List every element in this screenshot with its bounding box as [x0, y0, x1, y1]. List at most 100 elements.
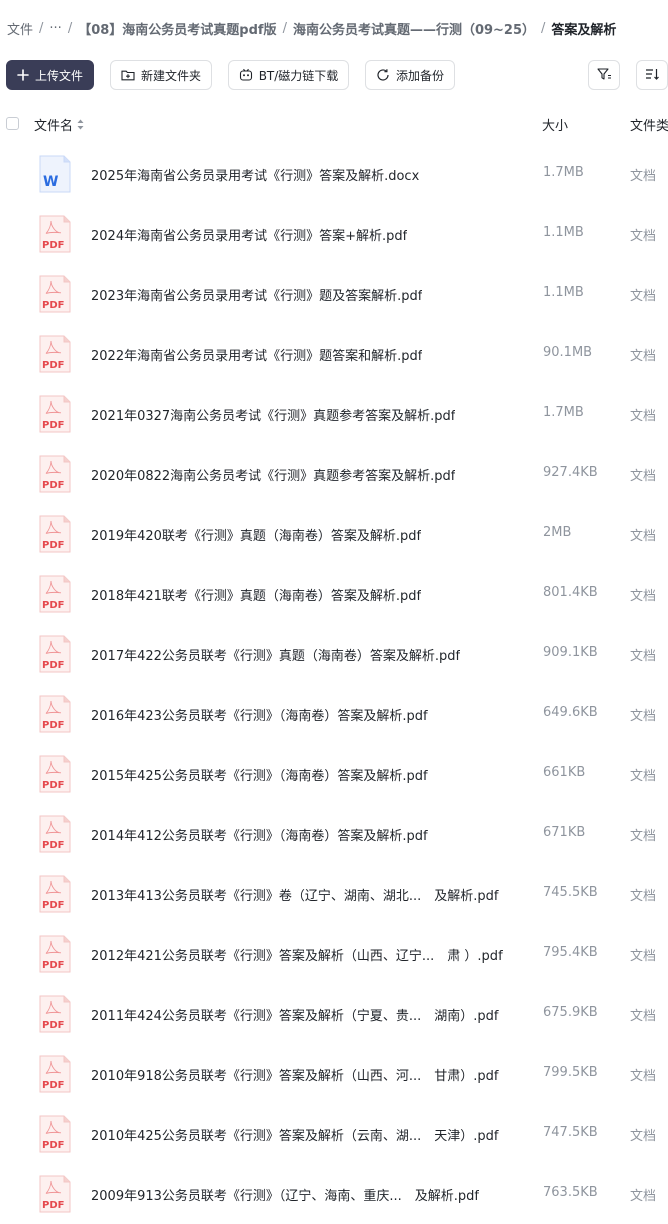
file-size: 1.7MB [543, 165, 584, 180]
toolbar: 上传文件 新建文件夹 BT/磁力链下载 添加备份 [0, 60, 668, 92]
file-row[interactable]: PDF 2023年海南省公务员录用考试《行测》题及答案解析.pdf 1.1MB 文档 [0, 264, 668, 324]
file-name[interactable]: 2020年0822海南公务员考试《行测》真题参考答案及解析.pdf [91, 465, 455, 484]
file-size: 1.1MB [543, 285, 584, 300]
breadcrumb: 文件 / ··· / 【08】海南公务员考试真题pdf版 / 海南公务员考试真题… [7, 17, 668, 39]
file-name[interactable]: 2021年0327海南公务员考试《行测》真题参考答案及解析.pdf [91, 405, 455, 424]
file-name[interactable]: 2012年421公务员联考《行测》答案及解析（山西、辽宁... 肃 ）.pdf [91, 945, 503, 964]
file-size: 1.7MB [543, 405, 584, 420]
file-name[interactable]: 2015年425公务员联考《行测》（海南卷）答案及解析.pdf [91, 765, 428, 784]
file-size: 671KB [543, 825, 586, 840]
file-name[interactable]: 2010年425公务员联考《行测》答案及解析（云南、湖... 天津）.pdf [91, 1125, 499, 1144]
filter-button[interactable] [588, 60, 620, 90]
upload-button[interactable]: 上传文件 [6, 60, 94, 90]
file-type: 文档 [630, 1009, 657, 1024]
file-type: 文档 [630, 469, 657, 484]
sort-arrows-icon [77, 119, 84, 130]
file-row[interactable]: PDF 2020年0822海南公务员考试《行测》真题参考答案及解析.pdf 927… [0, 444, 668, 504]
pdf-icon: PDF [38, 755, 72, 793]
breadcrumb-item-more[interactable]: ··· [49, 21, 61, 36]
pdf-icon: PDF [38, 1175, 72, 1213]
file-row[interactable]: PDF 2017年422公务员联考《行测》真题（海南卷）答案及解析.pdf 909… [0, 624, 668, 684]
file-name[interactable]: 2011年424公务员联考《行测》答案及解析（宁夏、贵... 湖南）.pdf [91, 1005, 499, 1024]
add-backup-label: 添加备份 [395, 68, 444, 83]
file-name[interactable]: 2019年420联考《行测》真题（海南卷）答案及解析.pdf [91, 525, 421, 544]
file-row[interactable]: PDF 2010年918公务员联考《行测》答案及解析（山西、河... 甘肃）.p… [0, 1044, 668, 1104]
table-header: 文件名 大小 文件类 [0, 113, 668, 135]
file-name[interactable]: 2024年海南省公务员录用考试《行测》答案+解析.pdf [91, 225, 407, 244]
file-row[interactable]: PDF 2015年425公务员联考《行测》（海南卷）答案及解析.pdf 661KB… [0, 744, 668, 804]
pdf-icon: PDF [38, 215, 72, 253]
file-row[interactable]: PDF 2019年420联考《行测》真题（海南卷）答案及解析.pdf 2MB 文档 [0, 504, 668, 564]
file-size: 763.5KB [543, 1185, 598, 1200]
plus-icon [17, 69, 29, 81]
column-header-name[interactable]: 文件名 [34, 115, 84, 134]
file-type: 文档 [630, 589, 657, 604]
file-row[interactable]: PDF 2024年海南省公务员录用考试《行测》答案+解析.pdf 1.1MB 文档 [0, 204, 668, 264]
file-size: 90.1MB [543, 345, 593, 360]
file-size: 661KB [543, 765, 586, 780]
file-row[interactable]: PDF 2011年424公务员联考《行测》答案及解析（宁夏、贵... 湖南）.p… [0, 984, 668, 1044]
breadcrumb-separator: / [282, 20, 287, 36]
column-header-size[interactable]: 大小 [542, 115, 568, 134]
file-row[interactable]: PDF 2018年421联考《行测》真题（海南卷）答案及解析.pdf 801.4K… [0, 564, 668, 624]
file-name[interactable]: 2022年海南省公务员录用考试《行测》题答案和解析.pdf [91, 345, 422, 364]
sort-button[interactable] [636, 60, 668, 90]
file-row[interactable]: W 2025年海南省公务员录用考试《行测》答案及解析.docx 1.7MB 文档 [0, 144, 668, 204]
file-row[interactable]: PDF 2016年423公务员联考《行测》（海南卷）答案及解析.pdf 649.6… [0, 684, 668, 744]
add-backup-button[interactable]: 添加备份 [365, 60, 455, 90]
file-name[interactable]: 2017年422公务员联考《行测》真题（海南卷）答案及解析.pdf [91, 645, 460, 664]
file-type: 文档 [630, 949, 657, 964]
file-type: 文档 [630, 1129, 657, 1144]
file-row[interactable]: PDF 2022年海南省公务员录用考试《行测》题答案和解析.pdf 90.1MB 文… [0, 324, 668, 384]
file-name[interactable]: 2025年海南省公务员录用考试《行测》答案及解析.docx [91, 165, 419, 184]
svg-text:PDF: PDF [42, 600, 64, 611]
file-size: 649.6KB [543, 705, 598, 720]
file-size: 909.1KB [543, 645, 598, 660]
new-folder-button-label: 新建文件夹 [140, 68, 201, 83]
breadcrumb-item-files[interactable]: 文件 [7, 19, 33, 38]
svg-text:PDF: PDF [42, 1200, 64, 1211]
file-row[interactable]: PDF 2010年425公务员联考《行测》答案及解析（云南、湖... 天津）.p… [0, 1104, 668, 1164]
bt-magnet-download-button[interactable]: BT/磁力链下载 [228, 60, 349, 90]
svg-text:PDF: PDF [42, 960, 64, 971]
pdf-icon: PDF [38, 635, 72, 673]
svg-text:W: W [43, 174, 58, 190]
file-name[interactable]: 2014年412公务员联考《行测》（海南卷）答案及解析.pdf [91, 825, 428, 844]
file-size: 675.9KB [543, 1005, 598, 1020]
sort-icon [644, 66, 660, 85]
pdf-icon: PDF [38, 695, 72, 733]
file-name[interactable]: 2023年海南省公务员录用考试《行测》题及答案解析.pdf [91, 285, 422, 304]
file-name[interactable]: 2010年918公务员联考《行测》答案及解析（山西、河... 甘肃）.pdf [91, 1065, 499, 1084]
file-type: 文档 [630, 1189, 657, 1204]
file-size: 927.4KB [543, 465, 598, 480]
svg-text:PDF: PDF [42, 780, 64, 791]
file-type: 文档 [630, 769, 657, 784]
breadcrumb-item-folder[interactable]: 【08】海南公务员考试真题pdf版 [78, 19, 276, 38]
file-row[interactable]: PDF 2014年412公务员联考《行测》（海南卷）答案及解析.pdf 671KB… [0, 804, 668, 864]
new-folder-button[interactable]: 新建文件夹 [110, 60, 212, 90]
pdf-icon: PDF [38, 335, 72, 373]
file-name[interactable]: 2013年413公务员联考《行测》卷（辽宁、湖南、湖北... 及解析.pdf [91, 885, 499, 904]
svg-text:PDF: PDF [42, 360, 64, 371]
file-type: 文档 [630, 289, 657, 304]
file-size: 2MB [543, 525, 572, 540]
file-row[interactable]: PDF 2021年0327海南公务员考试《行测》真题参考答案及解析.pdf 1.7… [0, 384, 668, 444]
file-name[interactable]: 2009年913公务员联考《行测》（辽宁、海南、重庆... 及解析.pdf [91, 1185, 479, 1204]
file-row[interactable]: PDF 2013年413公务员联考《行测》卷（辽宁、湖南、湖北... 及解析.p… [0, 864, 668, 924]
pdf-icon: PDF [38, 275, 72, 313]
file-type: 文档 [630, 1069, 657, 1084]
filter-icon [596, 66, 612, 85]
svg-text:PDF: PDF [42, 1020, 64, 1031]
file-name[interactable]: 2018年421联考《行测》真题（海南卷）答案及解析.pdf [91, 585, 421, 604]
file-row[interactable]: PDF 2009年913公务员联考《行测》（辽宁、海南、重庆... 及解析.pd… [0, 1164, 668, 1224]
column-header-type[interactable]: 文件类 [630, 115, 668, 134]
svg-text:PDF: PDF [42, 420, 64, 431]
file-row[interactable]: PDF 2012年421公务员联考《行测》答案及解析（山西、辽宁... 肃 ）.… [0, 924, 668, 984]
file-type: 文档 [630, 409, 657, 424]
file-name[interactable]: 2016年423公务员联考《行测》（海南卷）答案及解析.pdf [91, 705, 428, 724]
breadcrumb-item-subfolder[interactable]: 海南公务员考试真题——行测（09~25） [293, 19, 535, 38]
select-all-checkbox[interactable] [6, 117, 19, 130]
svg-text:PDF: PDF [42, 540, 64, 551]
svg-text:PDF: PDF [42, 1140, 64, 1151]
file-type: 文档 [630, 889, 657, 904]
